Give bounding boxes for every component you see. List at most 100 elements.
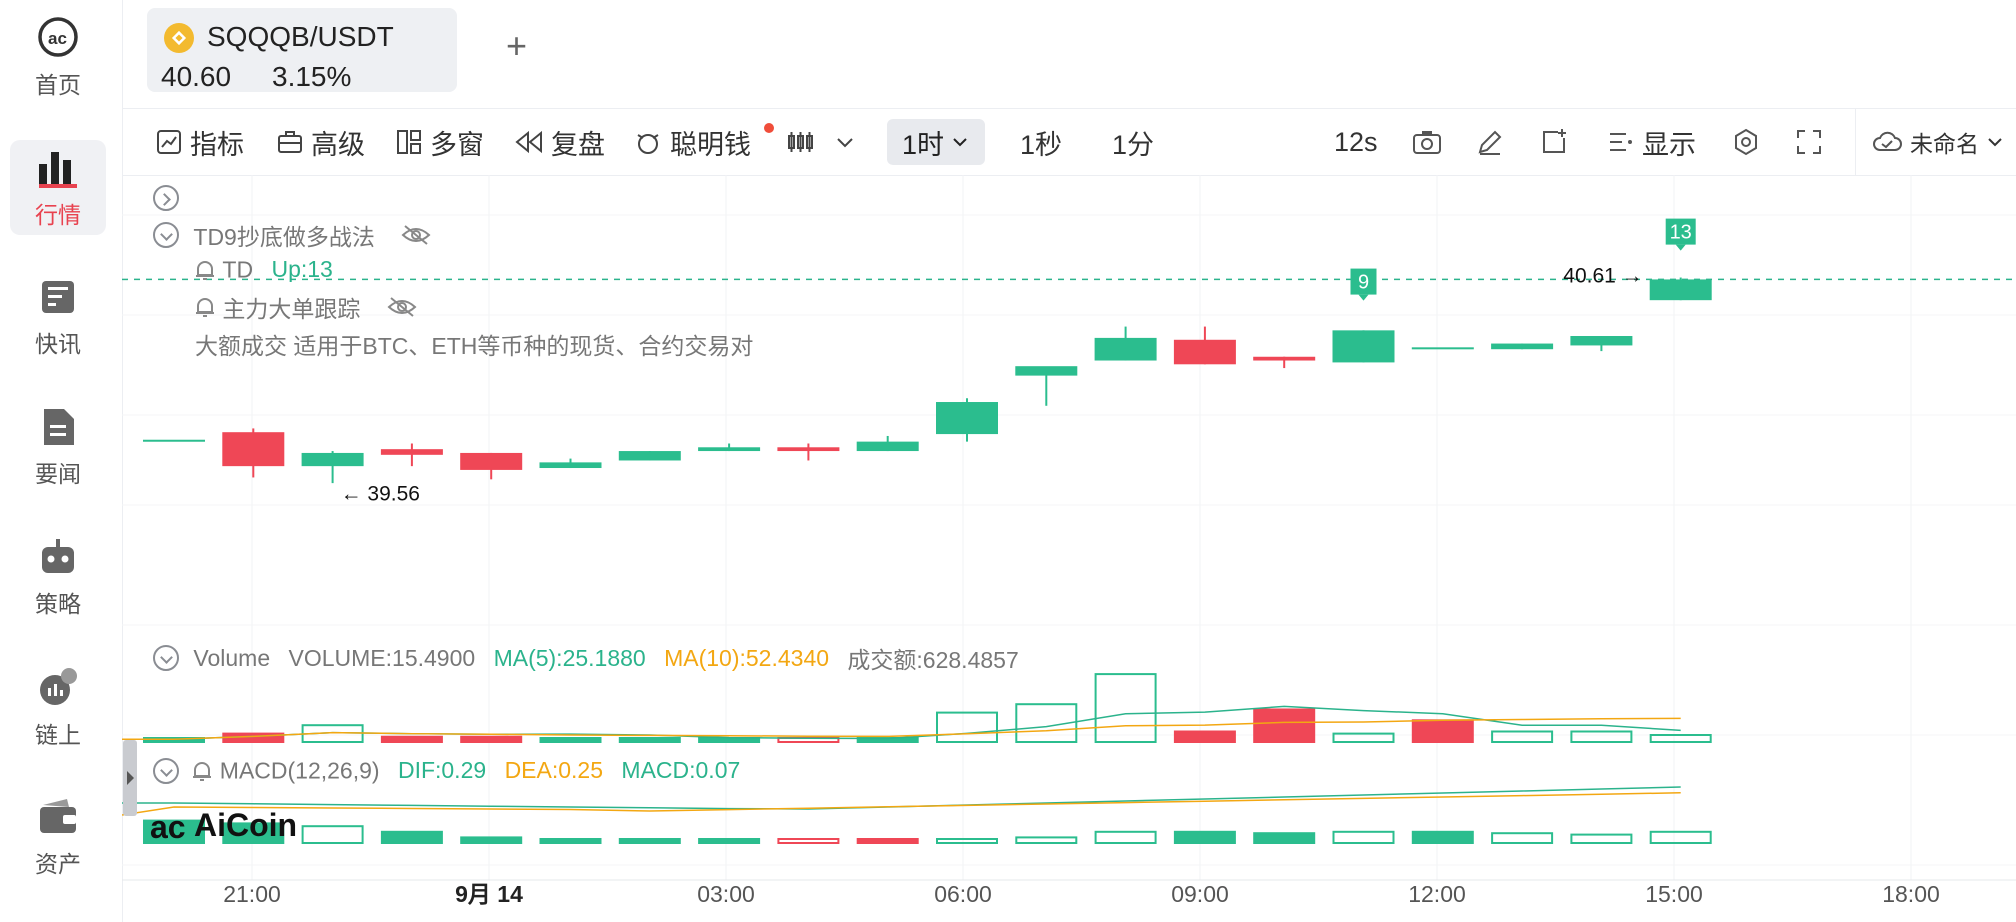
interval-active-label: 1时: [901, 129, 945, 160]
volume-bar: [380, 735, 443, 743]
add-window-icon: [1543, 129, 1566, 153]
low-price-label: ← 39.56: [341, 482, 420, 505]
smart-money-icon: [637, 134, 659, 154]
macd-histogram-bar: [1491, 832, 1554, 845]
interval-1m-tab[interactable]: 1分: [1112, 109, 1154, 175]
sidebar-item-label: 资产: [35, 850, 81, 877]
interval-1h-dropdown[interactable]: 1时: [887, 119, 985, 165]
chart-area[interactable]: 9 13 ← 39.56 40.61 → 21:00 9月 14 03:00 06:00 09…: [122, 175, 2016, 922]
td-marker-label: 9: [1358, 272, 1369, 294]
pair-tab[interactable]: SQQQB/USDT 40.60 3.15%: [147, 8, 457, 92]
td-marker-pointer: [1358, 294, 1369, 301]
macd-histogram-bar: [856, 838, 919, 844]
chevron-down-icon: [837, 138, 853, 148]
sidebar-item-onchain[interactable]: 链上: [10, 660, 106, 755]
candle-body: [1253, 356, 1316, 361]
sidebar-item-market[interactable]: 行情: [10, 140, 106, 235]
macd-value: MACD:0.07: [621, 757, 741, 784]
volume-bar: [1649, 734, 1712, 743]
macd-histogram-bar: [1015, 836, 1078, 845]
multi-window-button[interactable]: 多窗: [396, 109, 484, 175]
candle-body: [380, 449, 443, 455]
sidebar-item-strategy[interactable]: 策略: [10, 530, 106, 625]
settings-button[interactable]: [1732, 109, 1768, 175]
add-tab-button[interactable]: +: [506, 28, 527, 64]
sidebar-item-label: 要闻: [35, 460, 81, 487]
td9-indicator-row: TD9抄底做多战法: [153, 218, 431, 252]
draw-button[interactable]: [1476, 109, 1512, 175]
td-marker-label: 13: [1670, 222, 1692, 244]
sidebar-collapse-handle[interactable]: [123, 740, 137, 816]
watermark-text: AiCoin: [194, 807, 298, 843]
advanced-button[interactable]: 高级: [277, 109, 365, 175]
add-panel-button[interactable]: [1540, 109, 1576, 175]
macd-dif: DIF:0.29: [397, 757, 487, 784]
bell-icon[interactable]: [191, 760, 213, 782]
volume-bar: [1173, 730, 1236, 743]
indicator-label: 指标: [190, 129, 244, 160]
eye-hidden-icon[interactable]: [401, 224, 431, 246]
x-tick-label: 09:00: [1171, 881, 1229, 907]
macd-histogram-bar: [618, 838, 681, 844]
smart-money-label: 聪明钱: [670, 129, 751, 160]
candle-body: [698, 447, 761, 452]
notification-dot: [764, 123, 774, 133]
toolbar-divider: [1855, 109, 1856, 175]
replay-button[interactable]: 复盘: [515, 109, 605, 175]
sidebar-item-assets[interactable]: 资产: [10, 790, 106, 885]
volume-turnover: 成交额:628.4857: [847, 647, 1019, 673]
collapse-icon[interactable]: [153, 757, 179, 784]
volume-bar: [460, 735, 523, 743]
macd-histogram-bar: [1094, 830, 1157, 844]
layout-dropdown[interactable]: 未命名: [1872, 109, 2013, 175]
x-tick-label: 18:00: [1882, 881, 1940, 907]
sidebar: ac 首页 行情 快讯 要闻 策略 链上 资产: [0, 0, 123, 922]
x-tick-label: 06:00: [934, 881, 992, 907]
display-label: 显示: [1642, 129, 1696, 160]
multi-window-icon: [397, 130, 421, 154]
volume-bar: [1570, 730, 1633, 743]
candlestick-chart[interactable]: 9 13 ← 39.56 40.61 → 21:00 9月 14 03:00 06:00 09…: [122, 175, 2016, 922]
macd-histogram-bar: [1411, 830, 1474, 844]
chart-toolbar: 指标 高级 多窗 复盘 聪明钱 1时 1秒 1分 12s 显示 未命名: [122, 108, 2016, 176]
x-tick-label: 03:00: [697, 881, 755, 907]
candle-body: [1094, 337, 1157, 361]
display-button[interactable]: 显示: [1608, 109, 1696, 175]
wallet-icon: [40, 798, 76, 833]
collapse-icon[interactable]: [153, 222, 179, 248]
pair-price: 40.60: [161, 61, 232, 92]
macd-histogram-bar: [777, 838, 840, 844]
smart-money-button[interactable]: 聪明钱: [634, 109, 751, 175]
volume-bar: [539, 737, 602, 743]
indicator-panel-toggle[interactable]: [153, 183, 179, 211]
macd-histogram-bar: [698, 838, 761, 844]
macd-dif-line: [122, 786, 1681, 810]
volume-bar: [618, 737, 681, 743]
document-icon: [44, 408, 74, 445]
interval-1s-tab[interactable]: 1秒: [1020, 109, 1062, 175]
eye-hidden-icon[interactable]: [387, 296, 417, 318]
screenshot-button[interactable]: [1412, 109, 1450, 175]
collapse-icon[interactable]: [153, 645, 179, 671]
macd-legend: MACD(12,26,9) DIF:0.29 DEA:0.25 MACD:0.0…: [153, 756, 740, 784]
td-indicator-row: TD Up:13: [194, 255, 333, 283]
whale-description: 大额成交 适用于BTC、ETH等币种的现货、合约交易对: [195, 333, 754, 359]
candle-body: [936, 402, 998, 435]
bell-icon[interactable]: [194, 296, 216, 318]
indicator-button[interactable]: 指标: [156, 109, 244, 175]
bell-icon[interactable]: [194, 259, 216, 281]
sidebar-item-newsflash[interactable]: 快讯: [10, 270, 106, 365]
macd-histogram-bar: [1570, 833, 1633, 844]
sidebar-item-label: 快讯: [35, 330, 81, 357]
sidebar-item-headlines[interactable]: 要闻: [10, 400, 106, 495]
bnb-coin-icon: [164, 23, 194, 53]
td9-name: TD9抄底做多战法: [193, 224, 375, 250]
last-price-label: 40.61 →: [1563, 264, 1642, 287]
chart-type-dropdown[interactable]: [786, 109, 864, 175]
fullscreen-button[interactable]: [1796, 109, 1830, 175]
candle-body: [1649, 279, 1712, 301]
list-icon: [1610, 133, 1632, 151]
sidebar-item-home[interactable]: ac 首页: [10, 10, 106, 105]
expand-icon[interactable]: [153, 184, 179, 211]
gear-icon: [1735, 128, 1757, 156]
